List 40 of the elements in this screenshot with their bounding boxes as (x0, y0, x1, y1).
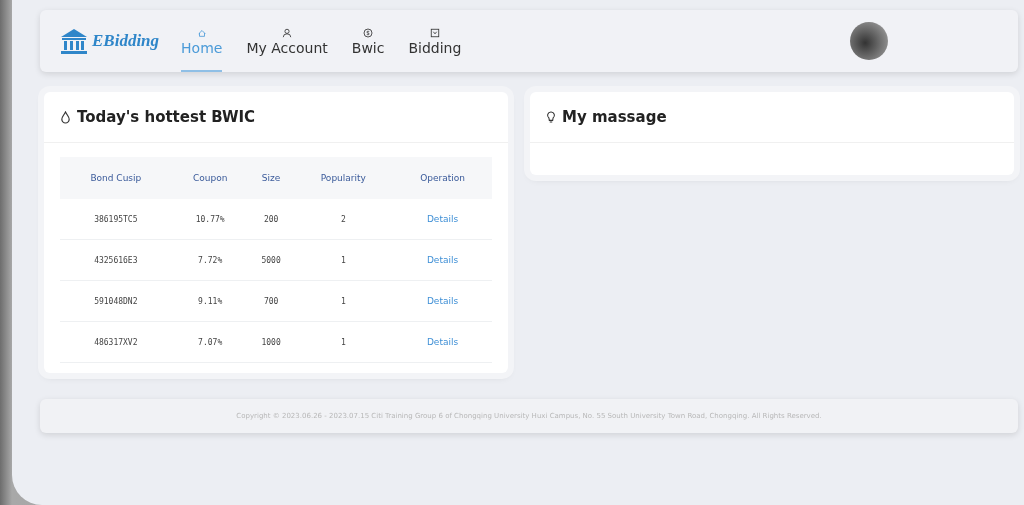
table-cell: 386195TC5 (60, 199, 172, 240)
table-cell: 4325616E3 (60, 239, 172, 281)
table-cell: 1000 (248, 321, 294, 363)
details-link[interactable]: Details (426, 337, 459, 347)
column-header: Operation (393, 157, 492, 199)
table-cell: 2 (293, 199, 394, 240)
column-header: Bond Cusip (60, 157, 172, 199)
coin-icon (363, 28, 374, 38)
table-cell: 9.11% (171, 280, 249, 322)
nav-tab[interactable]: Bwic (351, 10, 385, 72)
details-link[interactable]: Details (426, 214, 459, 224)
column-header: Coupon (171, 157, 249, 199)
details-link[interactable]: Details (426, 296, 459, 306)
panel-title: My massage (562, 108, 667, 126)
table-cell: 700 (248, 280, 294, 322)
drop-icon (60, 110, 71, 124)
nav-tab[interactable]: My Account (246, 10, 328, 72)
table-cell: 10.77% (171, 199, 249, 240)
table-cell: 486317XV2 (60, 321, 172, 363)
table-cell: 1 (293, 239, 394, 281)
nav-tab[interactable]: Bidding (408, 10, 462, 72)
box-icon (429, 28, 440, 38)
table-cell: 1 (293, 280, 394, 322)
column-header: Popularity (293, 157, 394, 199)
table-cell: 7.07% (171, 321, 249, 363)
avatar[interactable] (850, 22, 888, 60)
table-cell: 7.72% (171, 239, 249, 281)
logo-text: EBidding (92, 31, 160, 51)
table-cell: 5000 (248, 239, 294, 281)
lightbulb-icon (546, 111, 556, 123)
panel-title: Today's hottest BWIC (77, 108, 256, 126)
home-icon (196, 28, 207, 38)
user-icon (282, 28, 293, 38)
nav-tab[interactable]: Home (181, 10, 223, 72)
table-cell: 1 (293, 321, 394, 363)
table-cell: 200 (248, 199, 294, 240)
details-link[interactable]: Details (426, 255, 459, 265)
bank-icon (60, 28, 88, 54)
column-header: Size (248, 157, 294, 199)
table-cell: 591048DN2 (60, 280, 172, 322)
